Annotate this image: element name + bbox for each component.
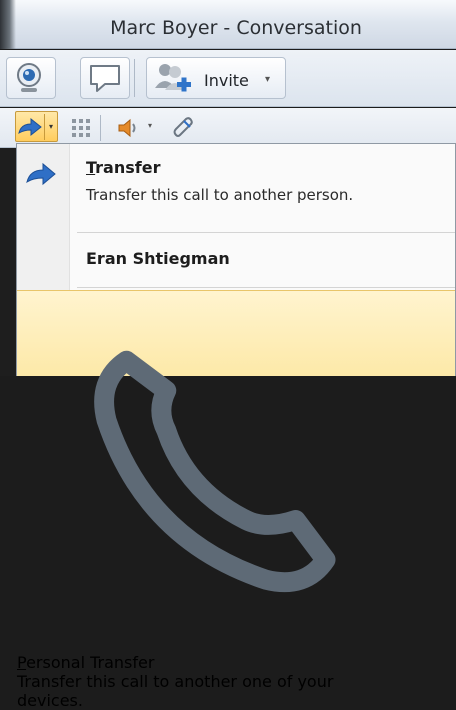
handset-icon[interactable] [170,115,196,141]
arrow-right-icon [26,162,56,186]
add-people-icon [155,64,191,92]
transfer-label: Transfer [86,158,161,177]
conversation-toolbar: Invite ▾ [0,50,456,107]
split-divider [44,114,45,140]
personal-transfer-description-line1: Transfer this call to another one of you… [17,672,334,692]
webcam-icon [17,63,41,92]
contact-name: Eran Shtiegman [86,249,230,268]
title-bar: Marc Boyer - Conversation [0,0,456,49]
toolbar-separator-2 [100,115,101,141]
menu-item-personal-transfer[interactable]: Personal Transfer Transfer this call to … [17,290,455,710]
transfer-split-button[interactable]: ▾ [15,111,58,142]
speaker-icon[interactable] [116,116,142,140]
background-strip [0,148,16,376]
volume-chevron-down-icon[interactable]: ▾ [148,121,152,130]
personal-transfer-label: Personal Transfer [17,653,155,673]
toolbar-separator [134,59,135,97]
chevron-down-icon[interactable]: ▾ [265,74,270,85]
video-button[interactable] [6,57,56,99]
phone-icon [94,350,336,593]
transfer-menu: Transfer Transfer this call to another p… [16,143,456,710]
menu-item-transfer[interactable]: Transfer Transfer this call to another p… [17,144,455,232]
speech-bubble-icon [90,65,120,92]
dialpad-icon[interactable] [70,117,92,139]
transfer-chevron-down-icon[interactable]: ▾ [49,122,53,131]
call-controls-toolbar: ▾ ▾ [0,108,456,148]
window-title: Marc Boyer - Conversation [110,17,362,39]
menu-separator-2 [77,287,455,288]
arrow-right-icon [18,117,42,137]
invite-label: Invite [204,71,249,90]
im-button[interactable] [80,57,130,99]
transfer-description: Transfer this call to another person. [86,186,354,204]
personal-transfer-description-line2: devices. [17,691,83,710]
menu-item-contact[interactable]: Eran Shtiegman [17,233,455,287]
